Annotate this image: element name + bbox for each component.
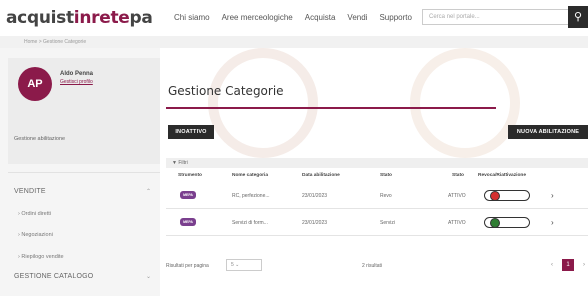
- user-card: AP Aldo Penna Gestisci profilo Gestione …: [8, 58, 160, 164]
- instrument-chip: MEPA: [180, 191, 196, 199]
- rows-per-page-label: Risultati per pagina: [166, 263, 209, 269]
- menu-section-catalogo[interactable]: GESTIONE CATALOGO: [14, 273, 93, 280]
- profile-link[interactable]: Gestisci profilo: [60, 79, 93, 85]
- results-count: 2 risultati: [362, 263, 383, 269]
- page-1-button[interactable]: 1: [562, 259, 574, 271]
- column-header: Stato: [380, 173, 392, 178]
- column-header: Stato: [452, 173, 464, 178]
- rows-per-page-select[interactable]: 5 ⌄: [226, 259, 262, 271]
- main-content: Gestione Categorie INOATTIVO NUOVA ABILI…: [160, 48, 588, 296]
- table-row[interactable]: MEPA RC, perfezione... 23/01/2023 Revo A…: [166, 183, 588, 209]
- column-header: Revoca/Riattivazione: [478, 173, 526, 178]
- chevron-right-icon[interactable]: ›: [551, 191, 554, 200]
- nav-vendi[interactable]: Vendi: [347, 13, 367, 22]
- prev-page-button[interactable]: ‹: [546, 259, 558, 271]
- status-cell: ATTIVO: [448, 193, 466, 199]
- menu-item-negoziazioni[interactable]: › Negoziazioni: [18, 232, 53, 238]
- search-button[interactable]: ⚲: [568, 6, 588, 28]
- chevron-right-icon[interactable]: ›: [551, 218, 554, 227]
- categories-table: ▼ Filtri Strumento Nome categoria Data a…: [166, 158, 588, 284]
- side-menu: VENDITE ⌃ › Ordini diretti › Negoziazion…: [8, 172, 160, 296]
- column-header: Data abilitazione: [302, 173, 340, 178]
- search-input[interactable]: Cerca nel portale...: [422, 9, 570, 25]
- user-name: Aldo Penna: [60, 71, 94, 77]
- category-name: RC, perfezione...: [232, 193, 270, 199]
- toggle-knob: [490, 191, 500, 201]
- main-nav: Chi siamo Aree merceologiche Acquista Ve…: [174, 13, 412, 22]
- manage-link[interactable]: Gestione abilitazione: [14, 136, 65, 142]
- nav-acquista[interactable]: Acquista: [305, 13, 336, 22]
- search-icon: ⚲: [573, 11, 583, 23]
- menu-item-riepilogo[interactable]: › Riepilogo vendite: [18, 254, 64, 260]
- next-page-button[interactable]: ›: [578, 259, 588, 271]
- table-row[interactable]: MEPA Servizi di form... 23/01/2023 Servi…: [166, 210, 588, 236]
- nav-chi-siamo[interactable]: Chi siamo: [174, 13, 210, 22]
- logo[interactable]: acquistinretepa: [6, 8, 153, 28]
- top-header: acquistinretepa Chi siamo Aree merceolog…: [0, 0, 588, 36]
- status-cell: ATTIVO: [448, 220, 466, 226]
- page-title: Gestione Categorie: [168, 84, 284, 98]
- state-cell: Revo: [380, 193, 392, 199]
- filter-bar[interactable]: ▼ Filtri: [166, 158, 588, 168]
- inactive-button[interactable]: INOATTIVO: [168, 125, 214, 139]
- title-divider: [166, 107, 496, 109]
- instrument-chip: MEPA: [180, 218, 196, 226]
- avatar: AP: [18, 67, 52, 101]
- reactivate-toggle[interactable]: [484, 217, 530, 228]
- menu-item-ordini[interactable]: › Ordini diretti: [18, 211, 51, 217]
- menu-section-vendite[interactable]: VENDITE: [14, 188, 46, 195]
- background-decoration: [410, 48, 520, 158]
- chevron-up-icon[interactable]: ⌃: [146, 188, 151, 195]
- enable-date: 23/01/2023: [302, 193, 328, 199]
- enable-date: 23/01/2023: [302, 220, 328, 226]
- sidebar: AP Aldo Penna Gestisci profilo Gestione …: [0, 48, 160, 296]
- category-name: Servizi di form...: [232, 220, 268, 226]
- background-decoration: [208, 48, 318, 158]
- column-header: Nome categoria: [232, 173, 268, 178]
- nav-supporto[interactable]: Supporto: [379, 13, 411, 22]
- new-abilitation-button[interactable]: NUOVA ABILITAZIONE: [508, 125, 588, 139]
- state-cell: Servizi: [380, 220, 396, 226]
- breadcrumb: Home > Gestione Categorie: [0, 36, 588, 48]
- table-footer: Risultati per pagina 5 ⌄ 2 risultati ‹ 1…: [166, 255, 588, 277]
- revoke-toggle[interactable]: [484, 190, 530, 201]
- column-header: Strumento: [178, 173, 202, 178]
- nav-aree-merceologiche[interactable]: Aree merceologiche: [222, 13, 293, 22]
- toggle-knob: [490, 218, 500, 228]
- chevron-down-icon[interactable]: ⌄: [146, 273, 151, 280]
